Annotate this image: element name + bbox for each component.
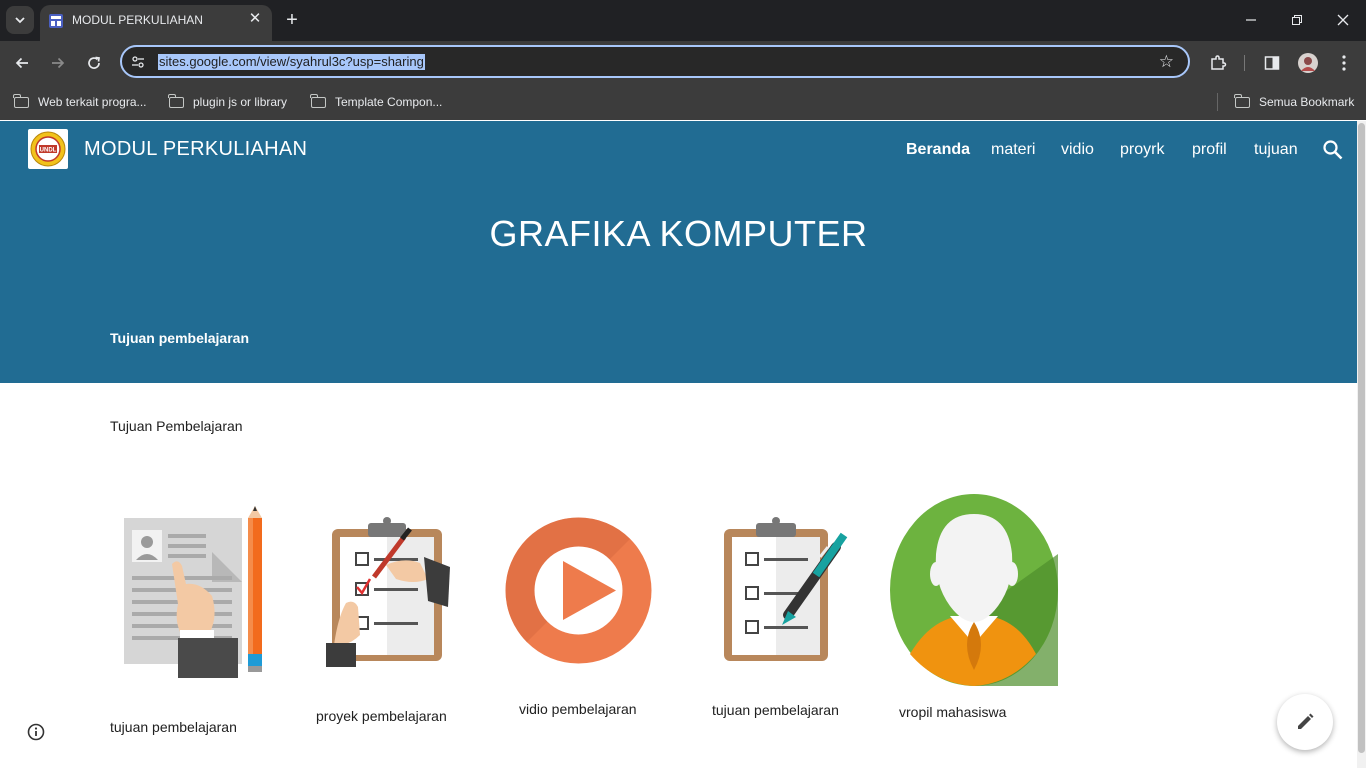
card-caption[interactable]: vidio pembelajaran [519,701,637,717]
nav-tujuan[interactable]: tujuan [1254,141,1298,159]
page-title: GRAFIKA KOMPUTER [489,213,868,254]
folder-icon [310,93,326,108]
page-scrollbar[interactable] [1357,121,1366,768]
close-window-button[interactable] [1320,6,1366,34]
new-tab-button[interactable]: + [282,8,302,32]
info-icon[interactable] [27,723,45,741]
clipboard-pen-icon[interactable] [716,517,852,665]
clipboard-checklist-icon[interactable] [324,517,452,671]
folder-icon [1234,93,1250,108]
play-circle-icon[interactable] [505,517,652,664]
restore-button[interactable] [1274,6,1320,34]
profile-avatar[interactable] [1294,49,1322,77]
scrollbar-thumb[interactable] [1358,123,1365,753]
bookmarks-divider [1217,93,1218,111]
browser-menu-button[interactable] [1330,49,1358,77]
logo-text: UNDL [40,148,57,154]
extensions-button[interactable] [1204,49,1232,77]
bookmark-label: Template Compon... [335,95,443,109]
arrow-left-icon [15,57,28,69]
folder-icon [13,93,29,108]
person-avatar-icon[interactable] [890,494,1058,686]
back-button[interactable] [8,49,36,77]
browser-toolbar: sites.google.com/view/syahrul3c?usp=shar… [0,41,1366,85]
close-tab-icon[interactable]: ✕ [246,10,264,28]
page-subtitle: Tujuan pembelajaran [110,330,249,346]
all-bookmarks-folder[interactable]: Semua Bookmark [1234,92,1355,112]
nav-materi[interactable]: materi [991,141,1035,159]
edit-button[interactable] [1277,694,1333,750]
bookmark-folder[interactable]: Web terkait progra... [13,92,147,112]
card-caption[interactable]: proyek pembelajaran [316,708,447,724]
puzzle-icon [1211,55,1227,70]
tab-title: MODUL PERKULIAHAN [72,13,203,27]
search-icon[interactable] [1322,139,1344,161]
tab-search-button[interactable] [6,6,34,34]
avatar-icon [1298,53,1318,73]
bookmark-star-icon[interactable]: ☆ [1159,52,1174,72]
url-text[interactable]: sites.google.com/view/syahrul3c?usp=shar… [158,54,425,70]
site-header: UNDL MODUL PERKULIAHAN Beranda materi vi… [0,121,1357,383]
close-icon [1337,14,1349,26]
tab-strip: MODUL PERKULIAHAN ✕ + [0,0,1366,41]
chevron-down-icon [15,17,25,24]
forward-button[interactable] [44,49,72,77]
address-bar[interactable]: sites.google.com/view/syahrul3c?usp=shar… [120,45,1190,78]
card-caption[interactable]: vropil mahasiswa [899,704,1006,720]
side-panel-button[interactable] [1258,49,1286,77]
side-panel-icon [1264,56,1280,70]
bookmark-folder[interactable]: plugin js or library [168,92,288,112]
site-info-icon[interactable] [130,54,146,70]
browser-tab[interactable]: MODUL PERKULIAHAN ✕ [40,5,272,41]
folder-icon [168,93,184,108]
nav-vidio[interactable]: vidio [1061,141,1094,159]
bookmark-label: plugin js or library [193,95,288,109]
university-seal-icon: UNDL [30,131,66,167]
card-caption[interactable]: tujuan pembelajaran [712,702,839,718]
bookmark-folder[interactable]: Template Compon... [310,92,443,112]
pencil-icon [1298,713,1314,729]
card-caption[interactable]: tujuan pembelajaran [110,719,237,735]
bookmark-label: Web terkait progra... [38,95,147,109]
restore-icon [1292,15,1302,25]
site-logo[interactable]: UNDL [28,129,68,169]
intro-text: Tujuan Pembelajaran [110,418,243,434]
more-vertical-icon [1342,55,1346,71]
all-bookmarks-label: Semua Bookmark [1259,95,1355,109]
nav-beranda[interactable]: Beranda [906,141,970,159]
web-page: UNDL MODUL PERKULIAHAN Beranda materi vi… [0,121,1357,768]
minimize-button[interactable] [1228,6,1274,34]
resume-pencil-icon[interactable] [120,504,270,680]
site-title[interactable]: MODUL PERKULIAHAN [84,138,307,161]
nav-proyrk[interactable]: proyrk [1120,141,1164,159]
bookmarks-bar: Web terkait progra... plugin js or libra… [0,85,1366,120]
nav-profil[interactable]: profil [1192,141,1227,159]
site-favicon-icon [49,14,63,28]
minimize-icon [1246,19,1256,21]
reload-button[interactable] [80,49,108,77]
arrow-right-icon [52,57,65,69]
reload-icon [88,56,100,69]
toolbar-divider [1244,55,1245,71]
